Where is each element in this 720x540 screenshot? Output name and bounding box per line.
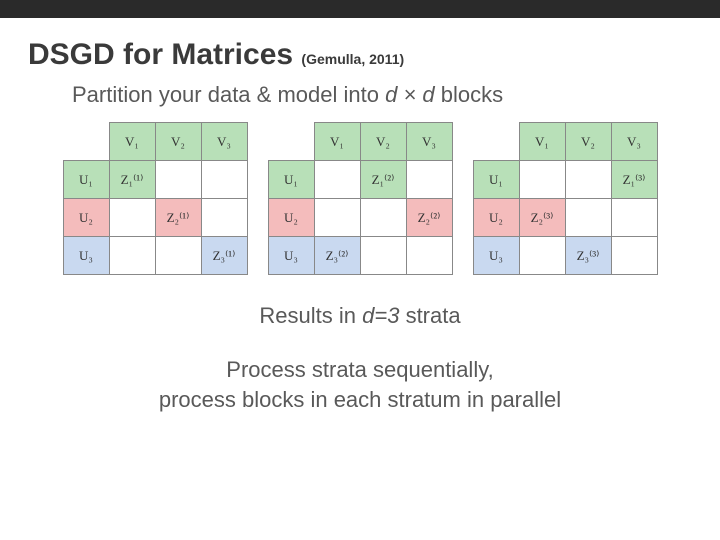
- conclusion: Process strata sequentially, process blo…: [0, 337, 720, 414]
- subtitle-post: blocks: [435, 82, 503, 107]
- results-dval: d=3: [362, 303, 399, 328]
- title-main: DSGD for Matrices: [28, 38, 293, 71]
- cell-r0-c2: [201, 161, 247, 199]
- results-post: strata: [399, 303, 460, 328]
- cell-r2-c1: Z₃⁽³⁾: [565, 237, 611, 275]
- cell-r0-c2: [406, 161, 452, 199]
- conclusion-line2: process blocks in each stratum in parall…: [159, 387, 561, 412]
- cell-r1-c2: [201, 199, 247, 237]
- corner-cell: [63, 123, 109, 161]
- row-header-u1: U₁: [63, 161, 109, 199]
- conclusion-line1: Process strata sequentially,: [226, 357, 493, 382]
- cell-r1-c2: Z₂⁽²⁾: [406, 199, 452, 237]
- subtitle-dxd: d × d: [385, 82, 435, 107]
- cell-r2-c0: Z₃⁽²⁾: [314, 237, 360, 275]
- row-header-u2: U₂: [268, 199, 314, 237]
- col-header-v1: V₁: [109, 123, 155, 161]
- col-header-v2: V₂: [360, 123, 406, 161]
- cell-r1-c1: Z₂⁽¹⁾: [155, 199, 201, 237]
- subtitle-pre: Partition your data & model into: [72, 82, 385, 107]
- cell-r2-c1: [360, 237, 406, 275]
- col-header-v3: V₃: [201, 123, 247, 161]
- corner-cell: [268, 123, 314, 161]
- col-header-v2: V₂: [565, 123, 611, 161]
- slide-subtitle: Partition your data & model into d × d b…: [0, 78, 720, 122]
- cell-r0-c0: Z₁⁽¹⁾: [109, 161, 155, 199]
- cell-r2-c2: Z₃⁽¹⁾: [201, 237, 247, 275]
- cell-r1-c1: [360, 199, 406, 237]
- matrix-table: V₁V₂V₃ U₁ Z₁⁽³⁾ U₂Z₂⁽³⁾U₃ Z₃⁽³⁾: [473, 122, 658, 275]
- col-header-v3: V₃: [611, 123, 657, 161]
- results-line: Results in d=3 strata: [0, 275, 720, 337]
- row-header-u1: U₁: [473, 161, 519, 199]
- matrix-stratum-2: V₁V₂V₃ U₁ Z₁⁽²⁾ U₂ Z₂⁽²⁾ U₃Z₃⁽²⁾: [268, 122, 453, 275]
- title-citation: (Gemulla, 2011): [301, 51, 404, 67]
- cell-r1-c1: [565, 199, 611, 237]
- row-header-u2: U₂: [63, 199, 109, 237]
- cell-r0-c1: Z₁⁽²⁾: [360, 161, 406, 199]
- row-header-u3: U₃: [63, 237, 109, 275]
- cell-r0-c2: Z₁⁽³⁾: [611, 161, 657, 199]
- matrix-table: V₁V₂V₃ U₁Z₁⁽¹⁾U₂ Z₂⁽¹⁾ U₃ Z₃⁽¹⁾: [63, 122, 248, 275]
- results-pre: Results in: [259, 303, 362, 328]
- matrix-stratum-3: V₁V₂V₃ U₁ Z₁⁽³⁾ U₂Z₂⁽³⁾U₃ Z₃⁽³⁾: [473, 122, 658, 275]
- cell-r1-c0: [314, 199, 360, 237]
- cell-r0-c1: [155, 161, 201, 199]
- row-header-u1: U₁: [268, 161, 314, 199]
- cell-r1-c0: Z₂⁽³⁾: [519, 199, 565, 237]
- cell-r2-c2: [611, 237, 657, 275]
- matrix-stratum-1: V₁V₂V₃ U₁Z₁⁽¹⁾U₂ Z₂⁽¹⁾ U₃ Z₃⁽¹⁾: [63, 122, 248, 275]
- top-bar: [0, 0, 720, 18]
- cell-r1-c0: [109, 199, 155, 237]
- cell-r0-c1: [565, 161, 611, 199]
- row-header-u3: U₃: [473, 237, 519, 275]
- cell-r1-c2: [611, 199, 657, 237]
- cell-r0-c0: [314, 161, 360, 199]
- cell-r2-c0: [519, 237, 565, 275]
- cell-r2-c0: [109, 237, 155, 275]
- corner-cell: [473, 123, 519, 161]
- row-header-u3: U₃: [268, 237, 314, 275]
- matrix-table: V₁V₂V₃ U₁ Z₁⁽²⁾ U₂ Z₂⁽²⁾ U₃Z₃⁽²⁾: [268, 122, 453, 275]
- col-header-v2: V₂: [155, 123, 201, 161]
- cell-r2-c2: [406, 237, 452, 275]
- row-header-u2: U₂: [473, 199, 519, 237]
- cell-r2-c1: [155, 237, 201, 275]
- cell-r0-c0: [519, 161, 565, 199]
- col-header-v3: V₃: [406, 123, 452, 161]
- slide-title: DSGD for Matrices (Gemulla, 2011): [0, 18, 720, 78]
- col-header-v1: V₁: [314, 123, 360, 161]
- matrix-row: V₁V₂V₃U₁Z₁⁽¹⁾U₂Z₂⁽¹⁾U₃Z₃⁽¹⁾V₁V₂V₃U₁Z₁⁽²⁾…: [0, 122, 720, 275]
- col-header-v1: V₁: [519, 123, 565, 161]
